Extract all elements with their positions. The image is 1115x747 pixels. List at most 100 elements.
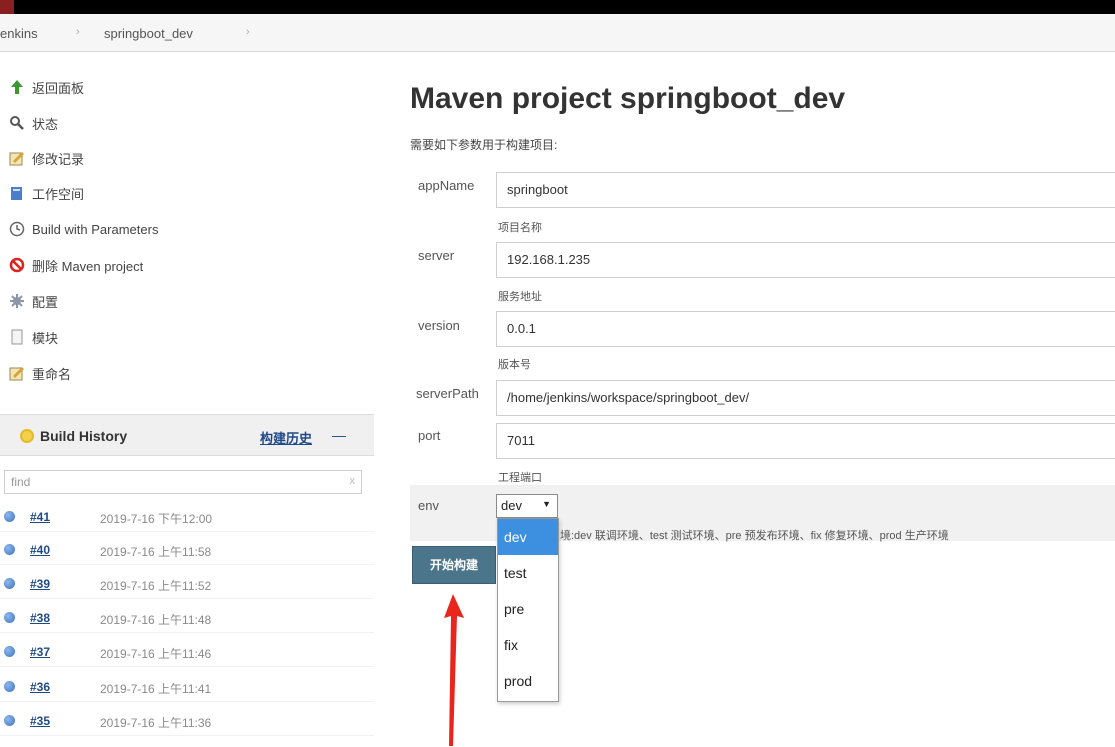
env-option-fix[interactable]: fix [498,627,558,663]
env-select-value: dev [501,498,522,513]
env-dropdown-menu: dev test pre fix prod [497,518,559,702]
weather-sun-icon [20,429,34,443]
env-option-prod[interactable]: prod [498,663,558,699]
build-row: #36 2019-7-16 上午11:41 [0,672,374,702]
breadcrumb-separator[interactable]: › [246,26,250,38]
param-desc-version: 版本号 [498,359,531,371]
build-status-ball-icon [4,544,15,555]
env-select[interactable]: dev ▼ [496,494,558,518]
sidebar-item-label: 状态 [32,116,59,132]
sidebar-item-back-to-dashboard[interactable]: 返回面板 [8,76,84,98]
build-filter-input[interactable]: find x [4,470,362,494]
param-label-env: env [418,498,439,513]
notepad-icon [8,149,26,167]
build-row: #35 2019-7-16 上午11:36 [0,706,374,736]
sidebar-item-status[interactable]: 状态 [8,112,58,134]
build-number-link[interactable]: #35 [30,714,50,728]
param-desc-appname: 项目名称 [498,222,542,234]
breadcrumb-item-jenkins[interactable]: enkins [0,26,38,41]
param-label-port: port [418,428,441,443]
param-input-serverpath[interactable]: /home/jenkins/workspace/springboot_dev/ [496,380,1115,416]
env-option-test[interactable]: test [498,555,558,591]
start-build-button[interactable]: 开始构建 [412,546,496,584]
page-subtitle: 需要如下参数用于构建项目: [410,138,558,152]
sidebar-item-label: 删除 Maven project [32,258,144,274]
param-label-appname: appName [418,178,475,193]
build-number-link[interactable]: #41 [30,510,50,524]
build-trend-link[interactable]: 构建历史 [260,428,312,447]
sidebar-item-modules[interactable]: 模块 [8,326,58,348]
sidebar-item-label: 返回面板 [32,80,85,96]
folder-icon [8,184,26,202]
build-history-header: Build History 构建历史 — [0,414,374,456]
param-input-appname[interactable]: springboot [496,172,1115,208]
param-label-server: server [418,248,455,263]
build-date[interactable]: 2019-7-16 上午11:36 [100,714,211,731]
build-history-panel: Build History 构建历史 — find x #41 2019-7-1… [0,414,374,747]
build-status-ball-icon [4,578,15,589]
build-status-ball-icon [4,511,15,522]
sidebar-item-workspace[interactable]: 工作空间 [8,182,84,204]
sidebar-item-changes[interactable]: 修改记录 [8,147,84,169]
dropdown-arrow-icon: ▼ [542,499,551,509]
sidebar-item-delete-project[interactable]: 删除 Maven project [8,254,143,276]
sidebar-item-configure[interactable]: 配置 [8,290,58,312]
build-row: #39 2019-7-16 上午11:52 [0,569,374,599]
up-arrow-icon [8,78,26,96]
build-row: #40 2019-7-16 上午11:58 [0,535,374,565]
sidebar-item-rename[interactable]: 重命名 [8,362,71,384]
param-label-serverpath: serverPath [416,386,479,401]
breadcrumb: enkins › springboot_dev › [0,14,1115,52]
gear-icon [8,292,26,310]
build-number-link[interactable]: #39 [30,577,50,591]
build-status-ball-icon [4,612,15,623]
jenkins-logo[interactable] [0,0,14,14]
build-date[interactable]: 2019-7-16 上午11:48 [100,611,211,628]
param-input-version[interactable]: 0.0.1 [496,311,1115,347]
param-label-version: version [418,318,460,333]
collapse-icon[interactable]: — [332,427,346,443]
clock-icon [8,220,26,238]
build-date[interactable]: 2019-7-16 下午12:00 [100,510,212,527]
build-number-link[interactable]: #36 [30,680,50,694]
build-status-ball-icon [4,681,15,692]
build-row: #37 2019-7-16 上午11:46 [0,637,374,667]
build-row: #41 2019-7-16 下午12:00 [0,502,374,532]
magnifier-icon [8,114,26,132]
param-input-port[interactable]: 7011 [496,423,1115,459]
build-filter-placeholder: find [11,475,31,489]
sidebar-item-label: 配置 [32,294,59,310]
param-input-server[interactable]: 192.168.1.235 [496,242,1115,278]
env-option-pre[interactable]: pre [498,591,558,627]
build-number-link[interactable]: #38 [30,611,50,625]
no-entry-icon [8,256,26,274]
annotation-red-arrow [444,594,464,746]
sidebar-item-label: Build with Parameters [32,221,159,237]
breadcrumb-item-project[interactable]: springboot_dev [104,26,193,41]
build-number-link[interactable]: #37 [30,645,50,659]
sidebar-item-label: 模块 [32,330,59,346]
build-date[interactable]: 2019-7-16 上午11:58 [100,543,211,560]
build-row: #38 2019-7-16 上午11:48 [0,603,374,633]
build-date[interactable]: 2019-7-16 上午11:46 [100,645,211,662]
sidebar-item-build-with-parameters[interactable]: Build with Parameters [8,218,158,240]
page-title: Maven project springboot_dev [410,82,846,115]
build-date[interactable]: 2019-7-16 上午11:41 [100,680,211,697]
build-number-link[interactable]: #40 [30,543,50,557]
param-desc-port: 工程端口 [498,472,542,484]
sidebar-item-label: 修改记录 [32,151,85,167]
param-desc-env: 境:dev 联调环境、test 测试环境、pre 预发布环境、fix 修复环境、… [560,530,949,542]
main-content: Maven project springboot_dev 需要如下参数用于构建项… [380,52,1115,747]
build-status-ball-icon [4,646,15,657]
sidebar-item-label: 重命名 [32,366,72,382]
build-history-title: Build History [40,428,128,444]
env-option-dev[interactable]: dev [498,519,558,555]
notepad-icon [8,364,26,382]
breadcrumb-separator[interactable]: › [76,26,80,38]
build-status-ball-icon [4,715,15,726]
param-desc-server: 服务地址 [498,291,542,303]
sidebar-item-label: 工作空间 [32,186,85,202]
document-icon [8,328,26,346]
clear-filter-icon[interactable]: x [350,475,356,487]
build-date[interactable]: 2019-7-16 上午11:52 [100,577,211,594]
